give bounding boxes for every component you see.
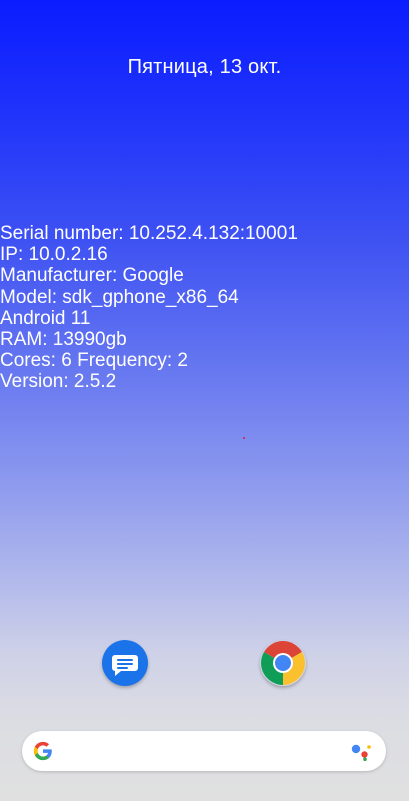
ip-text: IP: 10.0.2.16 bbox=[0, 244, 108, 266]
cores-frequency-text: Cores: 6 Frequency: 2 bbox=[0, 350, 188, 372]
device-info-block: Serial number: 10.252.4.132:10001 IP: 10… bbox=[0, 223, 409, 393]
version-text: Version: 2.5.2 bbox=[0, 371, 117, 393]
google-search-bar[interactable] bbox=[22, 731, 386, 771]
messages-app-icon[interactable] bbox=[102, 640, 148, 686]
android-version-text: Android 11 bbox=[0, 307, 91, 329]
serial-number-text: Serial number: 10.252.4.132:10001 bbox=[0, 223, 298, 244]
date-text: Пятница, 13 окт. bbox=[127, 56, 282, 78]
manufacturer-text: Manufacturer: Google bbox=[0, 265, 184, 287]
google-assistant-icon[interactable] bbox=[350, 741, 374, 761]
google-g-icon bbox=[33, 741, 52, 761]
chrome-app-icon[interactable] bbox=[260, 640, 306, 686]
messages-icon bbox=[112, 655, 138, 676]
chrome-icon bbox=[261, 641, 305, 685]
model-text: Model: sdk_gphone_x86_64 bbox=[0, 286, 239, 308]
red-dot bbox=[243, 437, 245, 439]
ram-text: RAM: 13990gb bbox=[0, 329, 127, 351]
